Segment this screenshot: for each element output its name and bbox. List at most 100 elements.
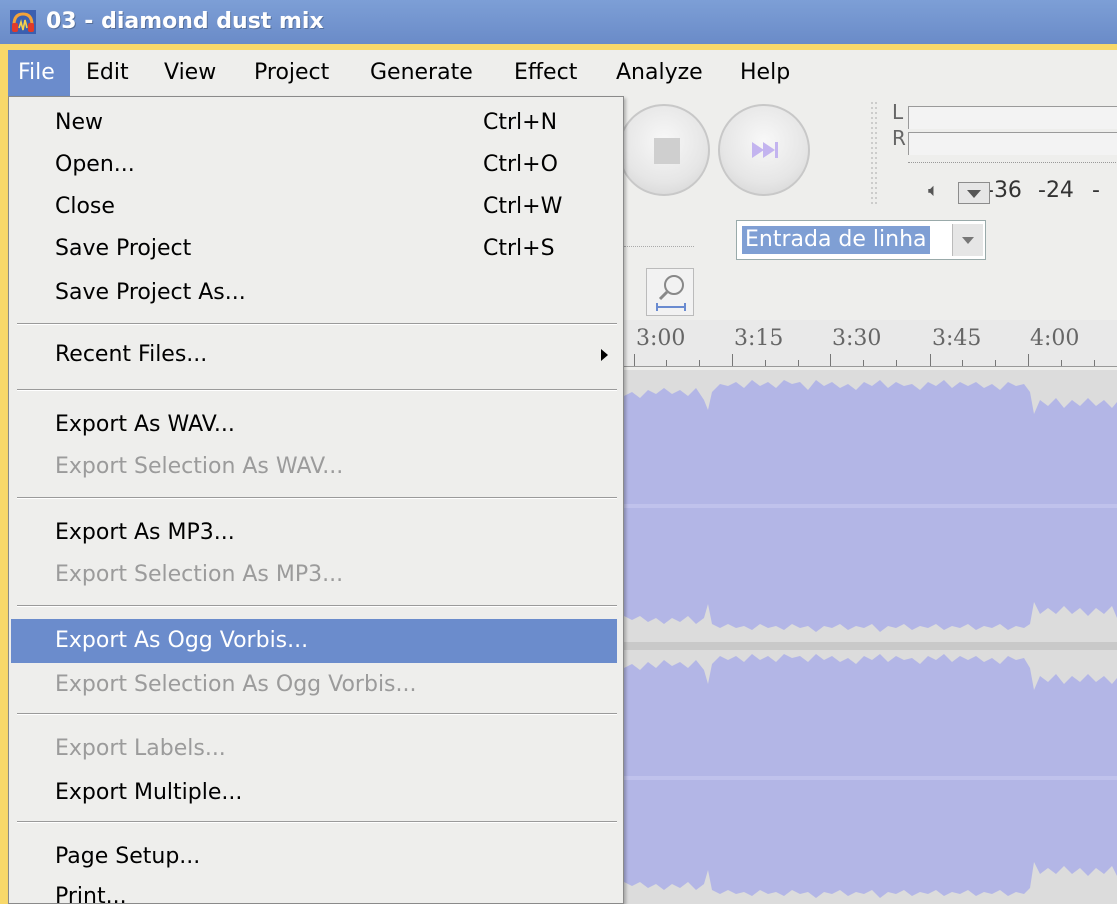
tick-mark	[995, 360, 996, 366]
stop-button[interactable]	[618, 104, 710, 196]
tick-label: 3:00	[636, 326, 686, 351]
menu-item-label: Save Project	[55, 236, 192, 261]
tick-label: 3:30	[832, 326, 882, 351]
tick-mark	[666, 360, 667, 366]
input-source-dropdown-button[interactable]	[952, 224, 983, 256]
menu-item-export-mp3[interactable]: Export As MP3...	[11, 511, 617, 555]
tick-mark	[765, 360, 766, 366]
menu-edit[interactable]: Edit	[76, 50, 139, 96]
tick-mark	[962, 360, 963, 366]
chevron-down-icon	[967, 190, 981, 198]
menu-generate[interactable]: Generate	[360, 50, 483, 96]
title-bar[interactable]: 03 - diamond dust mix	[0, 0, 1117, 44]
skip-to-end-icon	[752, 142, 778, 158]
track-right-channel[interactable]	[616, 650, 1117, 904]
timeline-ruler[interactable]: 3:00 3:15 3:30 3:45 4:00	[616, 320, 1117, 367]
menu-item-save-project[interactable]: Save Project Ctrl+S	[11, 227, 617, 271]
tick-mark	[930, 354, 931, 366]
menu-item-export-selection-wav: Export Selection As WAV...	[11, 445, 617, 489]
menu-view[interactable]: View	[154, 50, 226, 96]
menu-item-label: Export Selection As MP3...	[55, 562, 344, 587]
submenu-arrow-icon	[601, 349, 608, 361]
tick-mark	[896, 360, 897, 366]
tick-mark	[1094, 360, 1095, 366]
input-source-select[interactable]: Entrada de linha	[736, 220, 986, 260]
skip-to-end-button[interactable]	[718, 104, 810, 196]
menu-item-close[interactable]: Close Ctrl+W	[11, 185, 617, 229]
menu-effect[interactable]: Effect	[504, 50, 587, 96]
tick-mark	[1028, 354, 1029, 366]
tick-mark	[830, 354, 831, 366]
menu-separator	[17, 389, 617, 391]
menu-item-label: Export Labels...	[55, 736, 226, 761]
menu-item-label: Page Setup...	[55, 844, 201, 869]
meter-right-bar	[908, 132, 1117, 155]
tick-label: 3:45	[932, 326, 982, 351]
meter-left-label: L	[892, 100, 904, 124]
magnifier-icon	[656, 275, 686, 311]
menu-item-print[interactable]: Print...	[11, 875, 617, 904]
menu-item-export-ogg-vorbis[interactable]: Export As Ogg Vorbis...	[11, 619, 617, 663]
waveform-left-channel	[616, 380, 1117, 632]
meter-scale-dash: -	[1092, 178, 1100, 203]
menu-help[interactable]: Help	[730, 50, 800, 96]
meter-scale-36: -36	[986, 178, 1022, 203]
meter-left-bar	[908, 106, 1117, 129]
audacity-headphones-icon	[10, 10, 36, 34]
menu-item-shortcut: Ctrl+S	[483, 236, 555, 261]
menu-bar: File Edit View Project Generate Effect A…	[8, 50, 1117, 96]
menu-item-label: Save Project As...	[55, 280, 246, 305]
tick-label: 4:00	[1030, 326, 1080, 351]
menu-item-label: New	[55, 110, 103, 135]
meter-right-label: R	[892, 126, 906, 150]
menu-item-label: Open...	[55, 152, 135, 177]
tick-mark	[634, 354, 635, 366]
menu-item-label: Export As WAV...	[55, 412, 235, 437]
menu-item-export-multiple[interactable]: Export Multiple...	[11, 771, 617, 815]
menu-separator	[17, 821, 617, 823]
menu-item-label: Export Multiple...	[55, 780, 243, 805]
menu-item-export-selection-ogg-vorbis: Export Selection As Ogg Vorbis...	[11, 663, 617, 707]
mixer-slider-ruler	[624, 226, 694, 247]
tick-mark	[798, 360, 799, 366]
zoom-fit-button[interactable]	[646, 268, 694, 316]
menu-item-label: Export Selection As Ogg Vorbis...	[55, 672, 417, 697]
menu-separator	[17, 497, 617, 499]
volume-dropdown[interactable]	[958, 182, 990, 204]
menu-separator	[17, 605, 617, 607]
audacity-window: 03 - diamond dust mix File Edit View Pro…	[0, 0, 1117, 904]
menu-item-new[interactable]: New Ctrl+N	[11, 101, 617, 145]
tick-mark	[732, 354, 733, 366]
stop-icon	[654, 138, 680, 164]
menu-item-label: Export As MP3...	[55, 520, 235, 545]
waveform-right-channel	[616, 654, 1117, 898]
menu-item-shortcut: Ctrl+N	[483, 110, 558, 135]
menu-item-export-wav[interactable]: Export As WAV...	[11, 403, 617, 447]
track-divider	[616, 642, 1117, 650]
menu-separator	[17, 323, 617, 325]
tick-mark	[1061, 360, 1062, 366]
menu-item-open[interactable]: Open... Ctrl+O	[11, 143, 617, 187]
menu-item-export-selection-mp3: Export Selection As MP3...	[11, 553, 617, 597]
menu-item-shortcut: Ctrl+O	[483, 152, 558, 177]
menu-item-label: Print...	[55, 884, 127, 904]
level-meter: L R -36 -24 -	[870, 100, 1117, 206]
tick-mark	[863, 360, 864, 366]
chevron-down-icon	[962, 237, 974, 244]
menu-analyze[interactable]: Analyze	[606, 50, 713, 96]
menu-item-export-labels: Export Labels...	[11, 727, 617, 771]
menu-item-page-setup[interactable]: Page Setup...	[11, 835, 617, 879]
menu-item-recent-files[interactable]: Recent Files...	[11, 333, 617, 377]
menu-file[interactable]: File	[8, 50, 70, 96]
menu-project[interactable]: Project	[244, 50, 339, 96]
track-left-channel[interactable]	[616, 370, 1117, 642]
menu-item-save-project-as[interactable]: Save Project As...	[11, 271, 617, 315]
menu-item-label: Close	[55, 194, 115, 219]
meter-scale-line	[908, 162, 1117, 171]
menu-item-label: Export Selection As WAV...	[55, 454, 344, 479]
meter-scale-24: -24	[1038, 178, 1074, 203]
menu-item-label: Recent Files...	[55, 342, 208, 367]
meter-grip	[871, 102, 877, 206]
tick-mark	[699, 360, 700, 366]
menu-item-shortcut: Ctrl+W	[483, 194, 563, 219]
